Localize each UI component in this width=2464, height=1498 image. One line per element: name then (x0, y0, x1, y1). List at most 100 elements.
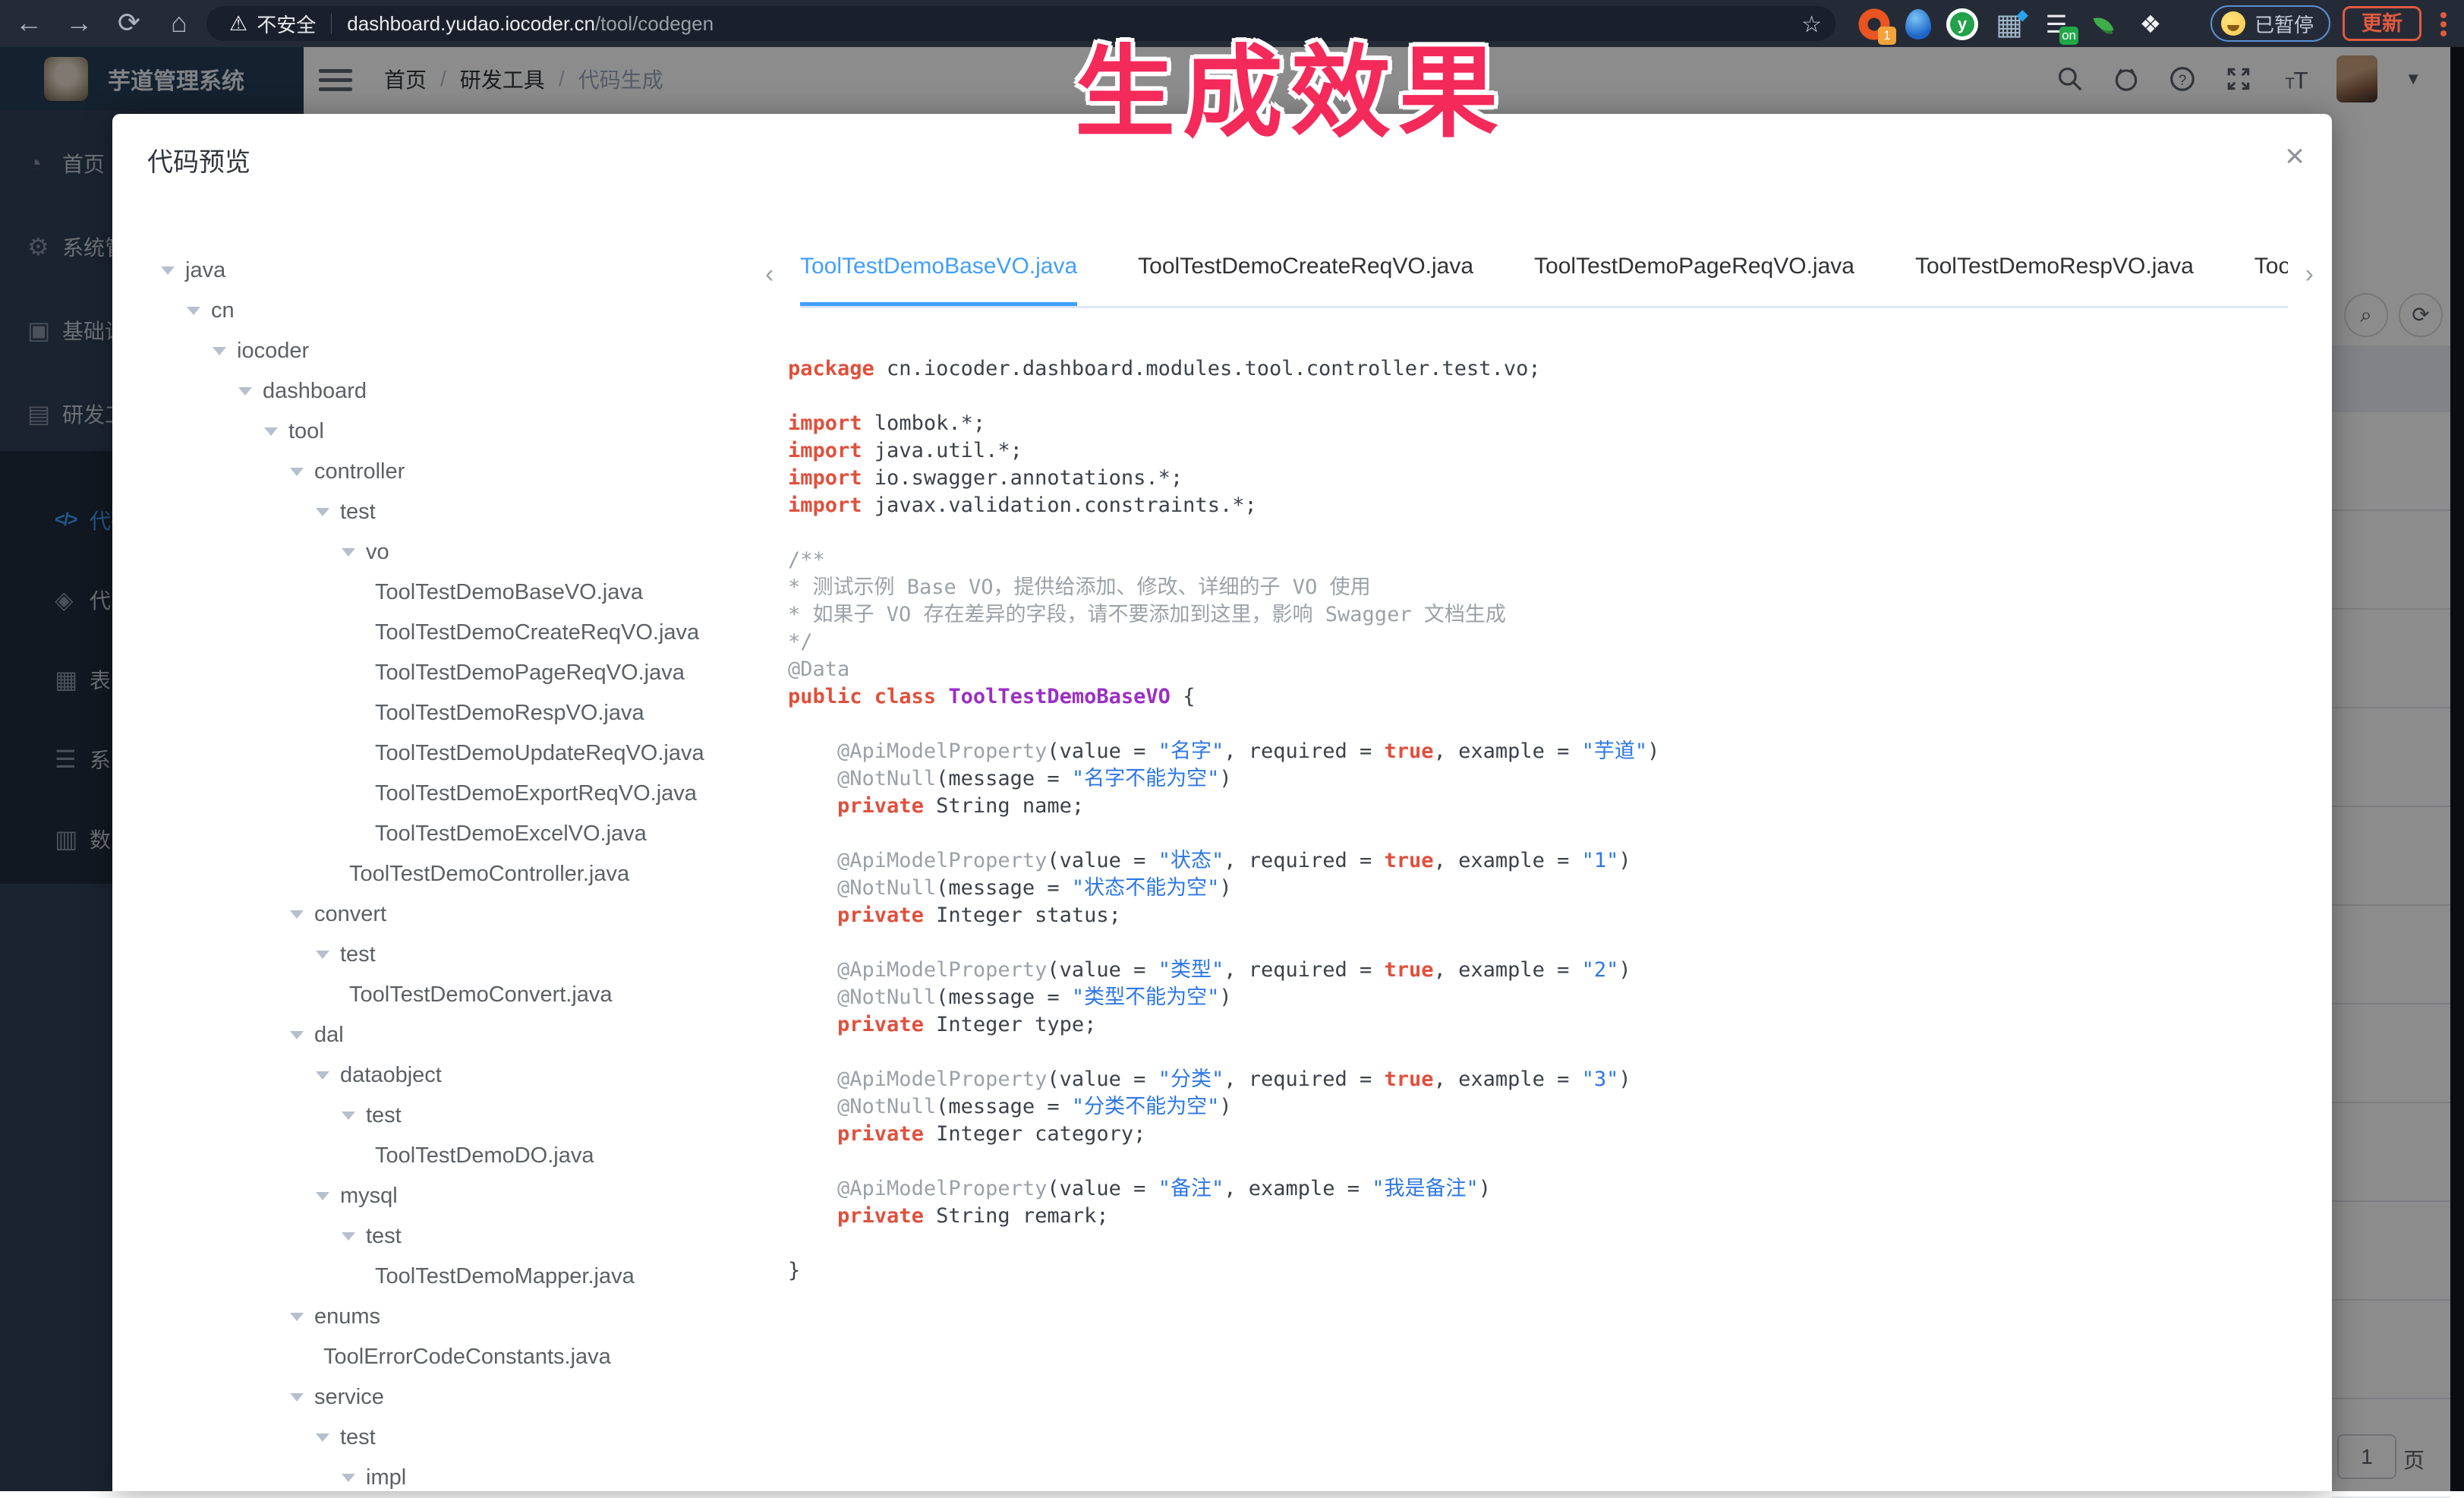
browser-back-button[interactable]: ← (8, 0, 50, 47)
paused-extension-pill[interactable]: 已暂停 (2210, 5, 2330, 42)
code-token-pl: , example = (1434, 1068, 1582, 1091)
code-token-cls: ToolTestDemoBaseVO (948, 685, 1171, 708)
paused-label: 已暂停 (2254, 10, 2314, 38)
code-token-pl (788, 1177, 837, 1200)
grid-extension-icon[interactable]: ▦◆ (1993, 8, 2025, 40)
tree-folder[interactable]: impl (112, 1458, 758, 1491)
browser-forward-button[interactable]: → (58, 0, 100, 47)
caret-down-icon (316, 1433, 329, 1442)
code-token-pl: lombok.*; (862, 412, 986, 435)
code-token-cmt: /** (788, 548, 825, 572)
tree-node-label: java (185, 258, 225, 283)
list-extension-icon[interactable]: ☰on (2040, 8, 2072, 40)
code-token-ann: @NotNull (837, 1095, 936, 1118)
tree-folder[interactable]: dataobject (112, 1055, 758, 1096)
tree-folder[interactable]: tool (112, 412, 758, 452)
code-token-str: "类型" (1158, 958, 1224, 982)
tree-file[interactable]: ToolTestDemoRespVO.java (112, 693, 758, 733)
bookmark-star-icon[interactable]: ☆ (1801, 11, 1822, 38)
tab-ToolTestDemoBaseVO.java[interactable]: ToolTestDemoBaseVO.java (800, 243, 1077, 306)
close-icon[interactable]: × (2285, 140, 2305, 173)
browser-menu-icon[interactable] (2440, 9, 2447, 39)
tree-node-label: test (340, 500, 376, 525)
tree-folder[interactable]: enums (112, 1297, 758, 1337)
extension-badge: on (2059, 27, 2078, 45)
sprout-extension-icon[interactable] (2087, 8, 2119, 40)
code-token-str: "2" (1582, 958, 1619, 982)
code-token-pl: (message = (936, 767, 1072, 790)
caret-down-icon (187, 307, 200, 315)
code-token-pl (788, 958, 837, 982)
tab-ToolTestDemoPageReqVO.java[interactable]: ToolTestDemoPageReqVO.java (1534, 243, 1854, 306)
drop-extension-icon[interactable] (1905, 9, 1931, 39)
tree-folder[interactable]: iocoder (112, 331, 758, 371)
caret-down-icon (342, 548, 355, 557)
code-viewer[interactable]: package cn.iocoder.dashboard.modules.too… (788, 355, 2309, 1491)
tree-folder[interactable]: test (112, 1216, 758, 1257)
tree-folder[interactable]: cn (112, 291, 758, 331)
tree-file[interactable]: ToolTestDemoMapper.java (112, 1257, 758, 1297)
code-line: private Integer category; (788, 1121, 2309, 1148)
code-line: import io.swagger.annotations.*; (788, 465, 2309, 492)
tab-ToolTestDemoRespVO.java[interactable]: ToolTestDemoRespVO.java (1915, 243, 2194, 306)
code-token-pl (788, 767, 837, 790)
tree-file[interactable]: ToolTestDemoExcelVO.java (112, 814, 758, 854)
code-token-str: "状态" (1158, 849, 1224, 872)
tree-folder[interactable]: vo (112, 532, 758, 572)
code-line: private Integer type; (788, 1011, 2309, 1039)
tree-file[interactable]: ToolTestDemoController.java (112, 854, 758, 894)
tree-file[interactable]: ToolTestDemoExportReqVO.java (112, 774, 758, 814)
tree-node-label: ToolErrorCodeConstants.java (323, 1345, 611, 1370)
tab-scroll-left-icon[interactable]: ‹ (765, 260, 774, 289)
tree-file[interactable]: ToolTestDemoCreateReqVO.java (112, 613, 758, 653)
code-token-str: "状态不能为空" (1072, 876, 1220, 900)
puzzle-extension-icon[interactable]: ❖ (2135, 8, 2166, 40)
code-token-kw: package (788, 357, 874, 380)
tree-folder[interactable]: convert (112, 894, 758, 935)
tree-folder[interactable]: java (112, 251, 758, 291)
code-line: @NotNull(message = "状态不能为空") (788, 875, 2309, 902)
tree-folder[interactable]: dashboard (112, 371, 758, 412)
code-token-ann: @ApiModelProperty (837, 958, 1047, 982)
tab-scroll-right-icon[interactable]: › (2305, 260, 2314, 289)
code-line (788, 820, 2309, 847)
tree-folder[interactable]: dal (112, 1015, 758, 1055)
code-token-pl (788, 1122, 837, 1146)
tree-file[interactable]: ToolTestDemoDO.java (112, 1136, 758, 1176)
tree-folder[interactable]: controller (112, 452, 758, 492)
code-line: @NotNull(message = "分类不能为空") (788, 1093, 2309, 1121)
code-token-str: "备注" (1158, 1177, 1224, 1200)
code-token-ann: @ApiModelProperty (837, 849, 1047, 872)
code-token-pl: { (1171, 685, 1196, 708)
browser-reload-button[interactable]: ⟳ (108, 0, 150, 47)
tree-folder[interactable]: service (112, 1377, 758, 1418)
caret-down-icon (264, 427, 278, 436)
tree-folder[interactable]: test (112, 1418, 758, 1458)
tree-file[interactable]: ToolTestDemoPageReqVO.java (112, 653, 758, 693)
tab-ToolTestDemoCreateReqVO.java[interactable]: ToolTestDemoCreateReqVO.java (1138, 243, 1473, 306)
tree-folder[interactable]: mysql (112, 1176, 758, 1216)
browser-update-button[interactable]: 更新 (2343, 6, 2421, 41)
tree-node-label: ToolTestDemoDO.java (375, 1143, 594, 1168)
code-line: package cn.iocoder.dashboard.modules.too… (788, 355, 2309, 383)
tree-file[interactable]: ToolTestDemoUpdateReqVO.java (112, 733, 758, 774)
code-line (788, 1148, 2309, 1175)
tab-ToolTe[interactable]: ToolTe (2254, 243, 2288, 306)
tree-folder[interactable]: test (112, 935, 758, 975)
green-y-extension-icon[interactable]: y (1946, 8, 1978, 40)
code-token-pl: ) (1219, 1095, 1231, 1118)
ubuntu-extension-icon[interactable]: 1 (1858, 8, 1890, 40)
tree-file[interactable]: ToolErrorCodeConstants.java (112, 1337, 758, 1377)
security-label[interactable]: 不安全 (257, 10, 316, 38)
tree-folder[interactable]: test (112, 492, 758, 532)
browser-home-button[interactable]: ⌂ (158, 0, 200, 47)
tree-folder[interactable]: test (112, 1096, 758, 1136)
code-line: import lombok.*; (788, 410, 2309, 437)
tree-file[interactable]: ToolTestDemoBaseVO.java (112, 572, 758, 613)
code-token-str: "1" (1582, 849, 1619, 872)
code-token-pl: (value = (1047, 849, 1158, 872)
tree-file[interactable]: ToolTestDemoConvert.java (112, 975, 758, 1015)
file-tabs: ToolTestDemoBaseVO.java ToolTestDemoCreat… (800, 243, 2288, 308)
code-token-kw: import (788, 412, 862, 435)
code-token-kw: private (837, 1013, 924, 1036)
